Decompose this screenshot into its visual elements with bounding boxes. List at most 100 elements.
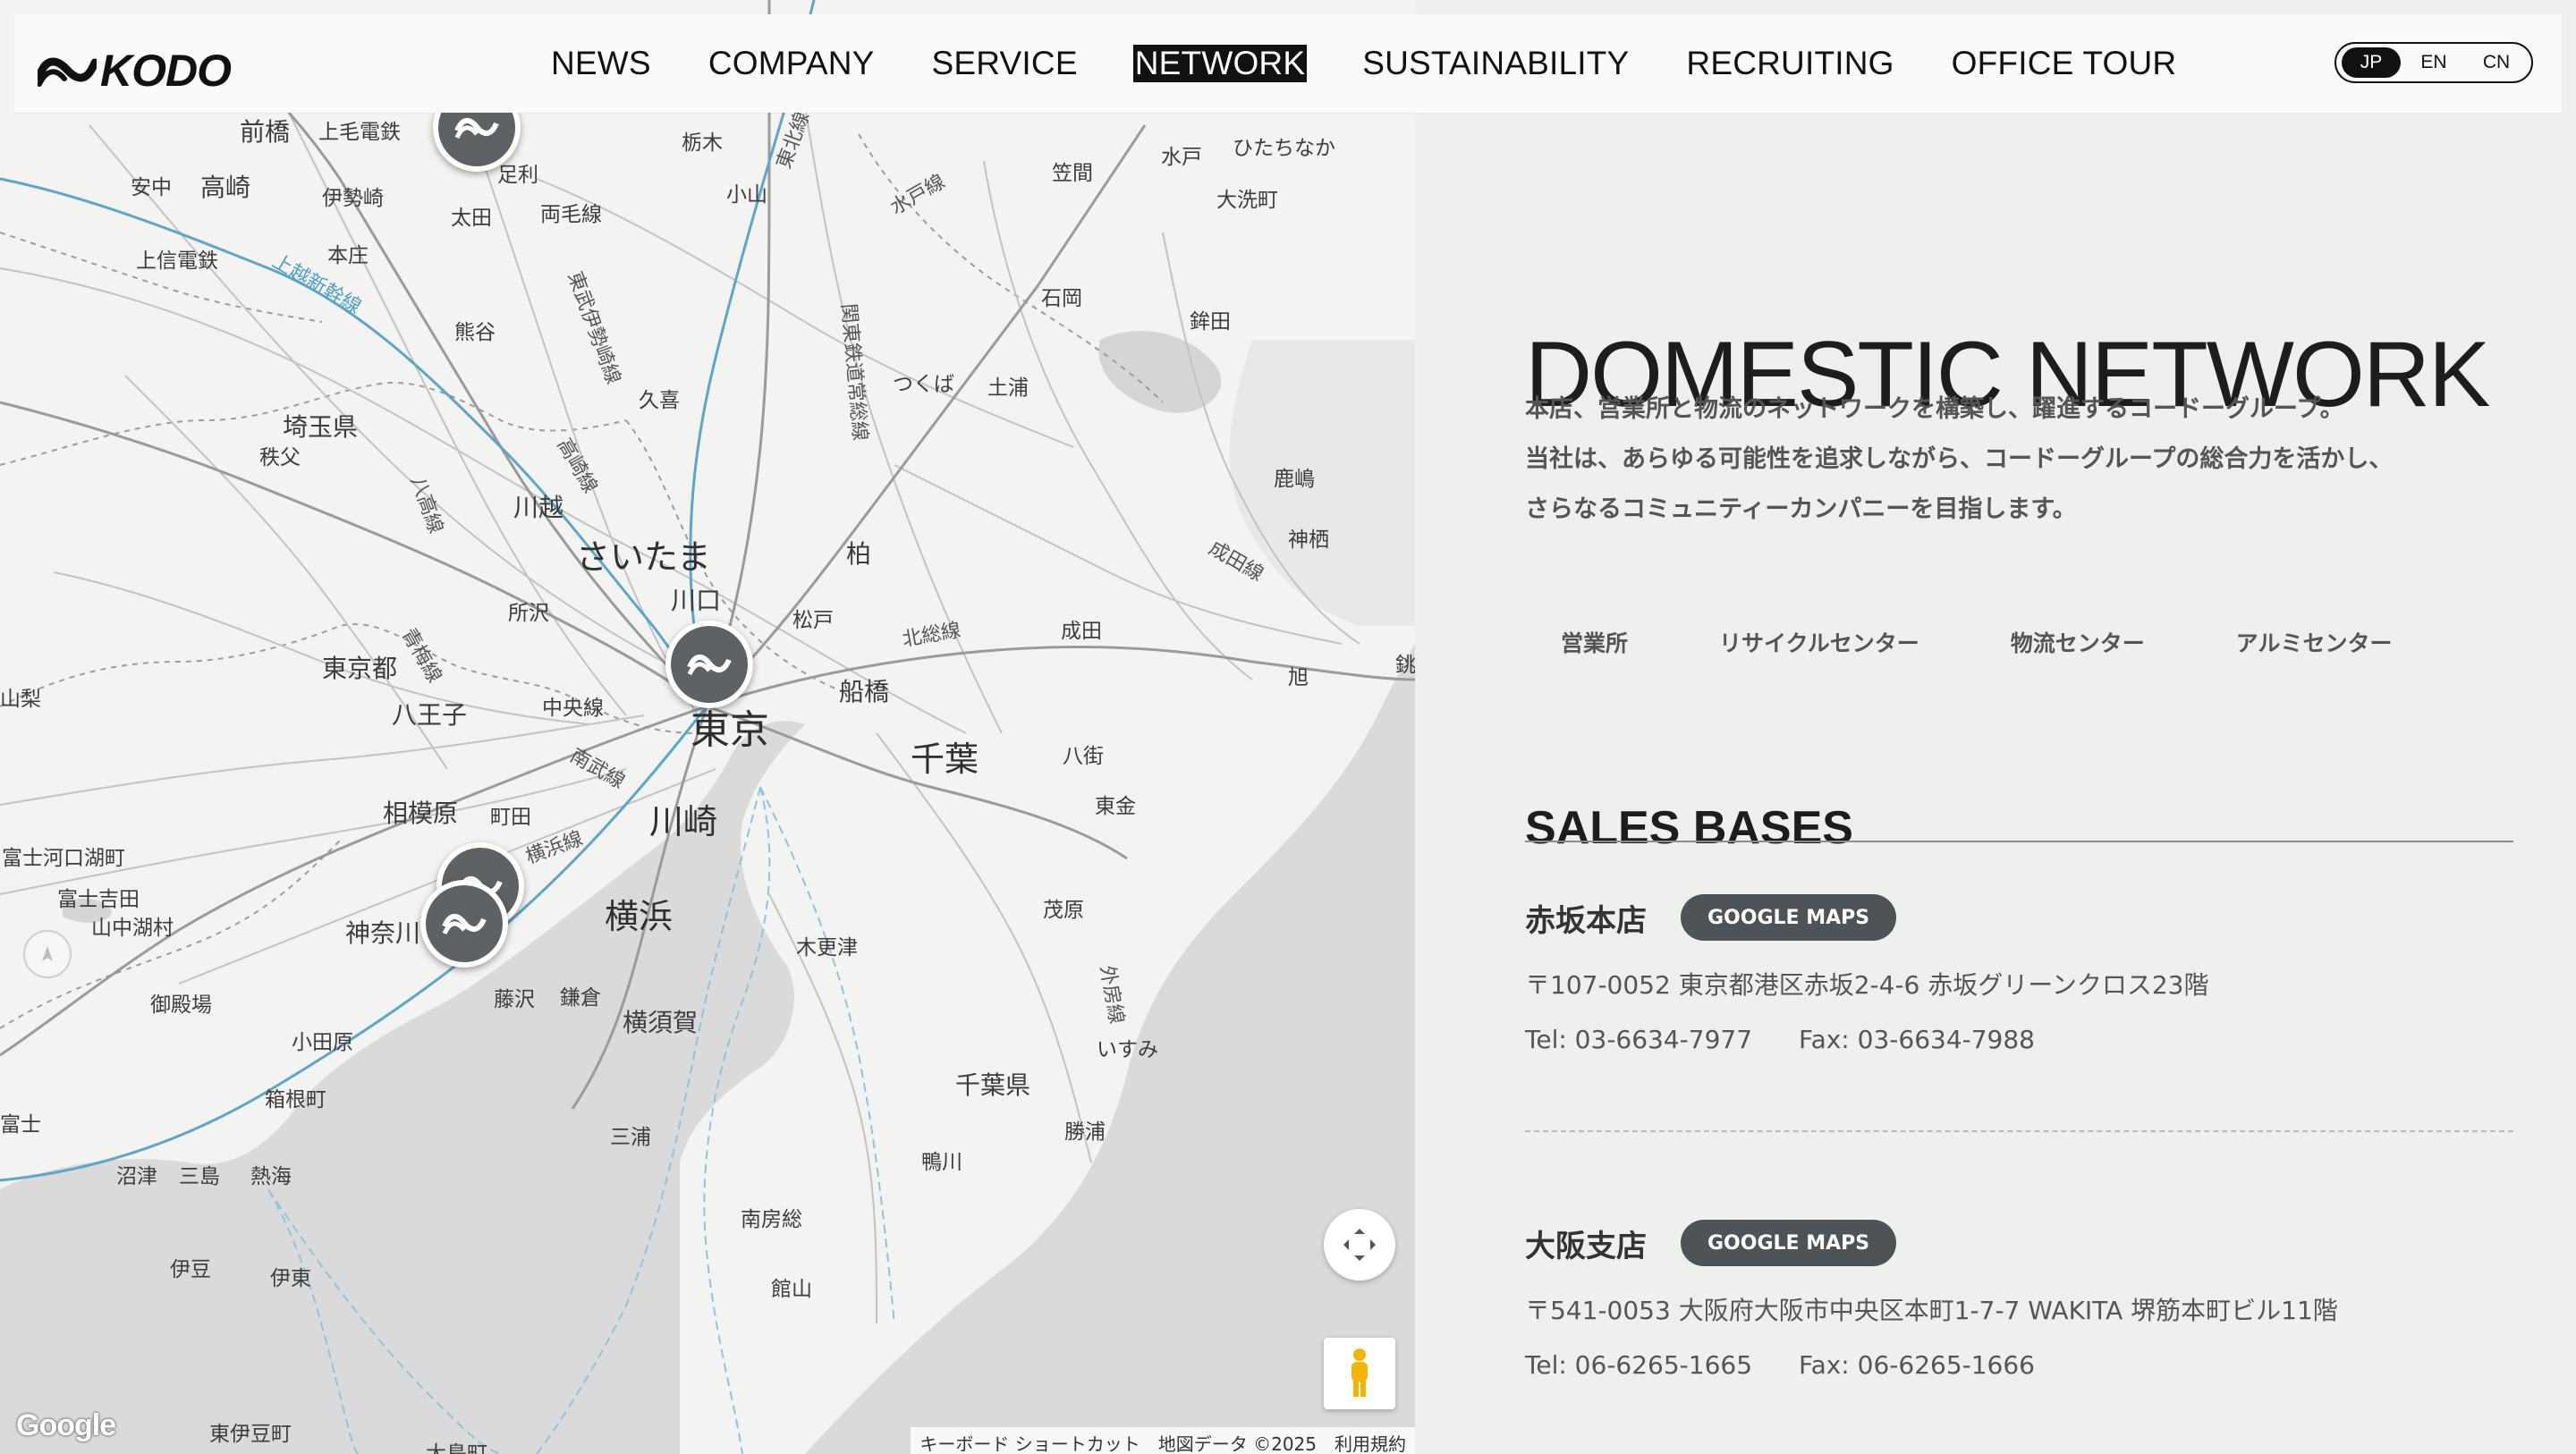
map-label: 石岡: [1041, 287, 1082, 310]
map-label: 鴨川: [921, 1151, 962, 1174]
map-label: 町田: [490, 806, 531, 829]
nav-network[interactable]: NETWORK: [1132, 45, 1308, 82]
map-label: 川口: [671, 586, 722, 615]
map-label: 本庄: [327, 244, 369, 267]
nav-office-tour[interactable]: OFFICE TOUR: [1950, 45, 2179, 82]
tab-logistics-center[interactable]: 物流センター: [2011, 626, 2145, 658]
map-data-text: 地図データ ©2025: [1148, 1427, 1326, 1454]
keyboard-shortcuts-link[interactable]: キーボード ショートカット: [911, 1427, 1149, 1454]
map-label: 館山: [771, 1278, 812, 1301]
tab-aluminum-center[interactable]: アルミセンター: [2236, 626, 2393, 658]
map-label: 鎌倉: [560, 986, 601, 1010]
office-fax: Fax: 03-6634-7988: [1799, 1025, 2035, 1054]
office-item: 赤坂本店 GOOGLE MAPS 〒107-0052 東京都港区赤坂2-4-6 …: [1525, 894, 2513, 1054]
map-label: 相模原: [383, 799, 459, 828]
map-label: 山中湖村: [91, 917, 174, 940]
map-label: 高崎: [200, 173, 251, 202]
map-label: 銚: [1395, 654, 1415, 677]
map-marker[interactable]: [665, 621, 753, 708]
map-label: 太田: [451, 207, 492, 230]
google-maps-button[interactable]: GOOGLE MAPS: [1681, 1220, 1897, 1266]
map-label: 神栖: [1288, 528, 1329, 552]
intro-line: 本店、営業所と物流のネットワークを構築し、躍進するコードーグループ。: [1525, 395, 2344, 423]
map-label: 船橋: [839, 677, 890, 706]
map-label: 土浦: [987, 376, 1029, 400]
map-label: 所沢: [508, 602, 549, 625]
network-map[interactable]: 前橋 上毛電鉄 安中 高崎 伊勢崎 足利 太田 両毛線 栃木 小山 東北線 笠間…: [0, 0, 1415, 1454]
intro-line: 当社は、あらゆる可能性を追求しながら、コードーグループの総合力を活かし、: [1525, 445, 2394, 473]
map-label: 中央線: [542, 697, 604, 720]
nav-company[interactable]: COMPANY: [707, 45, 877, 82]
kodo-mark-icon: [687, 655, 732, 676]
lang-cn[interactable]: CN: [2467, 47, 2526, 78]
lang-jp[interactable]: JP: [2342, 47, 2401, 78]
map-label: いすみ: [1097, 1038, 1158, 1061]
site-logo[interactable]: KODO: [38, 45, 232, 97]
map-label: 山梨: [0, 688, 41, 711]
map-label: 川崎: [649, 802, 718, 841]
map-label: 茂原: [1043, 899, 1084, 922]
map-label: 神奈川: [345, 918, 421, 948]
compass-icon[interactable]: [23, 930, 72, 978]
map-marker[interactable]: [420, 880, 508, 968]
map-label: 横浜: [605, 897, 674, 936]
map-label: 両毛線: [540, 203, 602, 226]
map-label: 勝浦: [1064, 1120, 1106, 1144]
map-label: 埼玉県: [283, 412, 359, 442]
map-label: 東京都: [322, 654, 398, 683]
street-view-button[interactable]: [1324, 1338, 1395, 1409]
map-label: 柏: [846, 539, 872, 569]
section-title: SALES BASES: [1525, 802, 1853, 855]
kodo-logo-mark-icon: [38, 57, 97, 87]
map-label: 富士: [0, 1113, 41, 1137]
map-label: 栃木: [682, 131, 723, 155]
intro-text: 本店、営業所と物流のネットワークを構築し、躍進するコードーグループ。 当社は、あ…: [1525, 385, 2509, 535]
office-address: 〒107-0052 東京都港区赤坂2-4-6 赤坂グリーンクロス23階: [1525, 970, 2209, 1000]
nav-sustainability[interactable]: SUSTAINABILITY: [1360, 45, 1631, 82]
office-fax: Fax: 06-6265-1666: [1799, 1350, 2035, 1380]
map-label: 大洗町: [1216, 189, 1278, 212]
office-name: 赤坂本店: [1525, 902, 1647, 939]
map-label: 東金: [1095, 795, 1136, 818]
map-label: 秩父: [259, 446, 301, 469]
map-label: 久喜: [639, 389, 680, 412]
language-switcher: JP EN CN: [2334, 42, 2533, 83]
logo-wordmark: KODO: [100, 46, 232, 96]
lang-en[interactable]: EN: [2404, 47, 2463, 78]
map-label: 伊豆: [170, 1258, 211, 1281]
map-label: 小田原: [292, 1031, 353, 1054]
map-label: 成田: [1061, 620, 1102, 643]
map-label: 富士吉田: [57, 888, 140, 911]
tab-recycle-center[interactable]: リサイクルセンター: [1719, 626, 1919, 658]
pegman-icon: [1352, 1348, 1368, 1397]
map-label: 富士河口湖町: [2, 847, 125, 870]
office-tel: Tel: 06-6265-1665: [1525, 1350, 1753, 1380]
tab-sales-offices[interactable]: 営業所: [1561, 626, 1628, 658]
map-label: 水戸: [1161, 146, 1202, 169]
intro-line: さらなるコミュニティーカンパニーを目指します。: [1525, 495, 2077, 523]
nav-news[interactable]: NEWS: [549, 45, 653, 82]
map-label: 伊勢崎: [322, 187, 384, 210]
map-label: 三島: [179, 1165, 220, 1188]
map-label: 鉾田: [1190, 310, 1231, 334]
map-label: 御殿場: [150, 993, 212, 1017]
office-separator: [1525, 1130, 2513, 1132]
office-item: 大阪支店 GOOGLE MAPS 〒541-0053 大阪府大阪市中央区本町1-…: [1525, 1220, 2513, 1380]
map-label: 東伊豆町: [209, 1423, 292, 1446]
map-label: 千葉県: [955, 1070, 1031, 1100]
expand-arrows-icon: [1343, 1229, 1376, 1261]
map-label: 木更津: [796, 936, 858, 959]
nav-service[interactable]: SERVICE: [930, 45, 1080, 82]
map-label: 沼津: [116, 1165, 157, 1188]
map-label: つくば: [893, 373, 954, 396]
fullscreen-button[interactable]: [1324, 1209, 1395, 1281]
nav-recruiting[interactable]: RECRUITING: [1684, 45, 1895, 82]
category-tabs: 営業所 リサイクルセンター 物流センター アルミセンター: [1561, 626, 2484, 658]
kodo-mark-icon: [442, 914, 487, 935]
map-label: 箱根町: [265, 1088, 326, 1112]
map-label: 南房総: [741, 1208, 802, 1231]
main-nav: NEWS COMPANY SERVICE NETWORK SUSTAINABIL…: [549, 14, 2232, 113]
terms-link[interactable]: 利用規約: [1326, 1427, 1415, 1454]
map-label: 上毛電鉄: [318, 121, 401, 144]
google-maps-button[interactable]: GOOGLE MAPS: [1681, 894, 1897, 941]
